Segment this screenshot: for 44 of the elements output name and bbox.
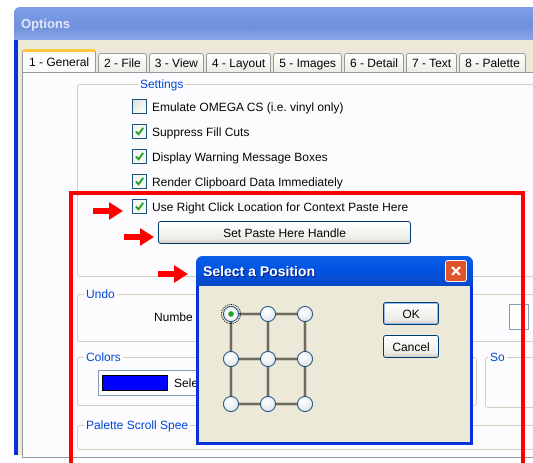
radio-button[interactable]	[297, 306, 313, 322]
close-button[interactable]	[445, 260, 467, 282]
group-title: Palette Scroll Spee	[85, 418, 190, 432]
group-title: Settings	[139, 77, 184, 91]
checkbox-label: Suppress Fill Cuts	[152, 124, 250, 138]
tab[interactable]: 7 - Text	[406, 53, 458, 72]
radio-button[interactable]	[223, 396, 239, 412]
tab[interactable]: 2 - File	[98, 53, 147, 72]
set-handle-button[interactable]: Set Paste Here Handle	[158, 221, 411, 244]
radio-button[interactable]	[223, 306, 239, 322]
checkbox-label: Use Right Click Location for Context Paste Here	[152, 200, 408, 214]
radio-button[interactable]	[260, 396, 276, 412]
radio-button[interactable]	[297, 396, 313, 412]
radio-button[interactable]	[260, 351, 276, 367]
checkbox-label: Emulate OMEGA CS (i.e. vinyl only)	[152, 100, 344, 114]
checkbox[interactable]	[132, 124, 147, 139]
group-title: So	[489, 350, 506, 364]
arrow-icon	[158, 265, 188, 283]
group-title: Colors	[85, 350, 122, 364]
radio-button[interactable]	[297, 351, 313, 367]
arrow-icon	[93, 202, 123, 220]
arrow-icon	[124, 228, 154, 246]
color-swatch	[102, 375, 168, 391]
group-title: Undo	[85, 287, 116, 301]
tab[interactable]: 8 - Palette	[459, 53, 526, 72]
radio-button[interactable]	[223, 351, 239, 367]
close-icon	[450, 265, 462, 277]
tab[interactable]: 6 - Detail	[344, 53, 404, 72]
checkbox[interactable]	[132, 99, 147, 114]
checkbox-label: Display Warning Message Boxes	[152, 150, 328, 164]
dialog-title: Select a Position	[203, 263, 316, 279]
tab[interactable]: 5 - Images	[273, 53, 342, 72]
checkbox[interactable]	[132, 174, 147, 189]
checkbox-label: Render Clipboard Data Immediately	[152, 174, 343, 188]
checkbox[interactable]	[132, 199, 147, 214]
radio-button[interactable]	[260, 306, 276, 322]
undo-label: Numbe	[154, 310, 193, 324]
tab[interactable]: 4 - Layout	[206, 53, 272, 72]
tab[interactable]: 1 - General	[22, 49, 96, 72]
tab[interactable]: 3 - View	[148, 53, 204, 72]
window-title: Options	[21, 16, 70, 31]
dialog-button[interactable]: OK	[383, 302, 439, 325]
dialog-button[interactable]: Cancel	[383, 335, 439, 358]
checkbox[interactable]	[132, 149, 147, 164]
